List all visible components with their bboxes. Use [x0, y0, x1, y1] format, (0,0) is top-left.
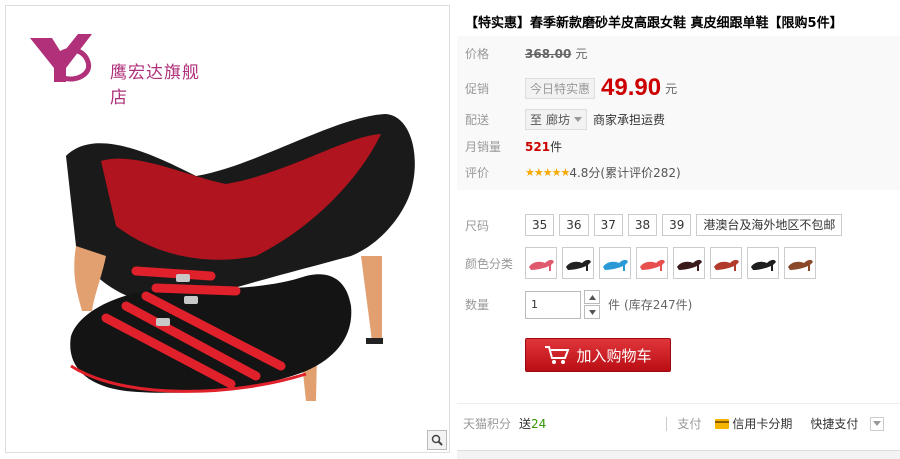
size-option-35[interactable]: 35 — [525, 214, 555, 236]
options-panel: 尺码 35 36 37 38 39 港澳台及海外地区不包邮 颜色分类 数量 1 … — [457, 198, 900, 393]
add-to-cart-label: 加入购物车 — [576, 346, 652, 365]
quantity-decrease-button[interactable] — [584, 305, 600, 319]
shoe-thumbnail-icon — [677, 259, 702, 271]
quantity-input[interactable] — [525, 290, 581, 319]
footer-row: 天猫积分 送 24 支付 信用卡分期 快捷支付 — [463, 415, 885, 432]
delivery-row: 配送 至 廊坊 商家承担运费 — [465, 109, 665, 130]
original-price-unit: 元 — [575, 47, 588, 61]
delivery-label: 配送 — [465, 113, 490, 127]
price-label: 价格 — [465, 47, 490, 61]
shoe-thumbnail-icon — [714, 259, 739, 271]
quantity-stepper — [584, 290, 600, 319]
color-swatch-brown[interactable] — [784, 247, 816, 279]
chevron-down-icon — [588, 309, 596, 315]
location-value: 廊坊 — [546, 113, 571, 127]
stock-count: (库存247件) — [624, 298, 693, 312]
points-label: 天猫积分 — [463, 417, 512, 431]
color-row: 颜色分类 — [465, 247, 821, 279]
promo-price-unit: 元 — [665, 81, 678, 96]
rating-label: 评价 — [465, 166, 490, 180]
color-swatch-black[interactable] — [562, 247, 594, 279]
magnifier-icon — [431, 434, 443, 446]
color-label: 颜色分类 — [465, 256, 514, 271]
credit-card-icon — [715, 418, 730, 429]
tab-strip — [457, 450, 900, 459]
quick-pay-label[interactable]: 快捷支付 — [810, 415, 858, 432]
shoe-thumbnail-icon — [529, 259, 554, 271]
chevron-down-icon — [574, 117, 583, 122]
size-row: 尺码 35 36 37 38 39 港澳台及海外地区不包邮 — [465, 214, 847, 236]
shoe-thumbnail-icon — [640, 259, 665, 271]
original-price-row: 价格 368.00 元 — [465, 45, 587, 62]
size-label: 尺码 — [465, 218, 490, 233]
zoom-button[interactable] — [427, 430, 447, 450]
promo-label: 促销 — [465, 81, 490, 96]
chevron-down-icon — [873, 421, 882, 426]
quantity-increase-button[interactable] — [584, 290, 600, 304]
shoe-thumbnail-icon — [751, 259, 776, 271]
footer-bar: 天猫积分 送 24 支付 信用卡分期 快捷支付 — [457, 403, 900, 439]
size-option-overseas[interactable]: 港澳台及海外地区不包邮 — [696, 214, 843, 236]
color-swatch-black-red-2[interactable] — [747, 247, 779, 279]
size-option-38[interactable]: 38 — [627, 214, 658, 236]
divider — [666, 416, 668, 431]
chevron-up-icon — [588, 294, 596, 300]
rating-stars-icon: ★★★★★ — [525, 166, 570, 179]
payment-dropdown-button[interactable] — [870, 416, 885, 431]
product-gallery: 鹰宏达旗舰店 — [5, 5, 450, 453]
color-swatch-red-brown[interactable] — [710, 247, 742, 279]
product-title: 【特实惠】春季新款磨砂羊皮高跟女鞋 真皮细跟单鞋【限购5件】 — [465, 16, 843, 31]
color-swatch-coral[interactable] — [636, 247, 668, 279]
location-prefix: 至 — [530, 113, 543, 127]
monthly-sales-unit: 件 — [550, 140, 563, 154]
points-value: 24 — [531, 416, 547, 431]
product-image[interactable] — [6, 6, 450, 453]
price-panel: 价格 368.00 元 促销 今日特实惠 49.90 元 配送 至 廊坊 商家承… — [457, 36, 900, 190]
rating-row: 评价 ★★★★★ 4.8分(累计评价282) — [465, 164, 681, 181]
color-swatch-list — [525, 247, 821, 279]
location-select[interactable]: 至 廊坊 — [525, 109, 588, 130]
size-option-39[interactable]: 39 — [662, 214, 692, 236]
monthly-sales-count: 521 — [525, 139, 551, 154]
monthly-sales-label: 月销量 — [465, 140, 502, 154]
monthly-sales-row: 月销量 521 件 — [465, 138, 562, 155]
promo-price: 49.90 — [601, 74, 662, 101]
add-to-cart-button[interactable]: 加入购物车 — [525, 338, 671, 372]
cart-icon — [545, 346, 570, 364]
shoe-thumbnail-icon — [788, 259, 813, 271]
color-swatch-black-red[interactable] — [673, 247, 705, 279]
product-info: 【特实惠】春季新款磨砂羊皮高跟女鞋 真皮细跟单鞋【限购5件】 价格 368.00… — [457, 0, 900, 459]
shoe-thumbnail-icon — [566, 259, 591, 271]
promo-row: 促销 今日特实惠 49.90 元 — [465, 74, 677, 102]
size-option-37[interactable]: 37 — [593, 214, 623, 236]
color-swatch-pink[interactable] — [525, 247, 557, 279]
credit-installment-label: 信用卡分期 — [732, 417, 793, 431]
credit-installment-link[interactable]: 信用卡分期 — [715, 415, 792, 432]
color-swatch-blue[interactable] — [599, 247, 631, 279]
promo-tag: 今日特实惠 — [525, 77, 596, 99]
original-price: 368.00 — [525, 46, 572, 61]
pay-label: 支付 — [677, 417, 702, 431]
shipping-note: 商家承担运费 — [593, 113, 666, 127]
quantity-label: 数量 — [465, 298, 490, 312]
shoe-thumbnail-icon — [603, 259, 628, 271]
rating-text[interactable]: 4.8分(累计评价282) — [569, 164, 680, 181]
points-prefix: 送 — [519, 417, 532, 431]
size-option-36[interactable]: 36 — [559, 214, 589, 236]
quantity-row: 数量 件 (库存247件) — [465, 290, 692, 319]
quantity-unit: 件 — [608, 298, 621, 312]
